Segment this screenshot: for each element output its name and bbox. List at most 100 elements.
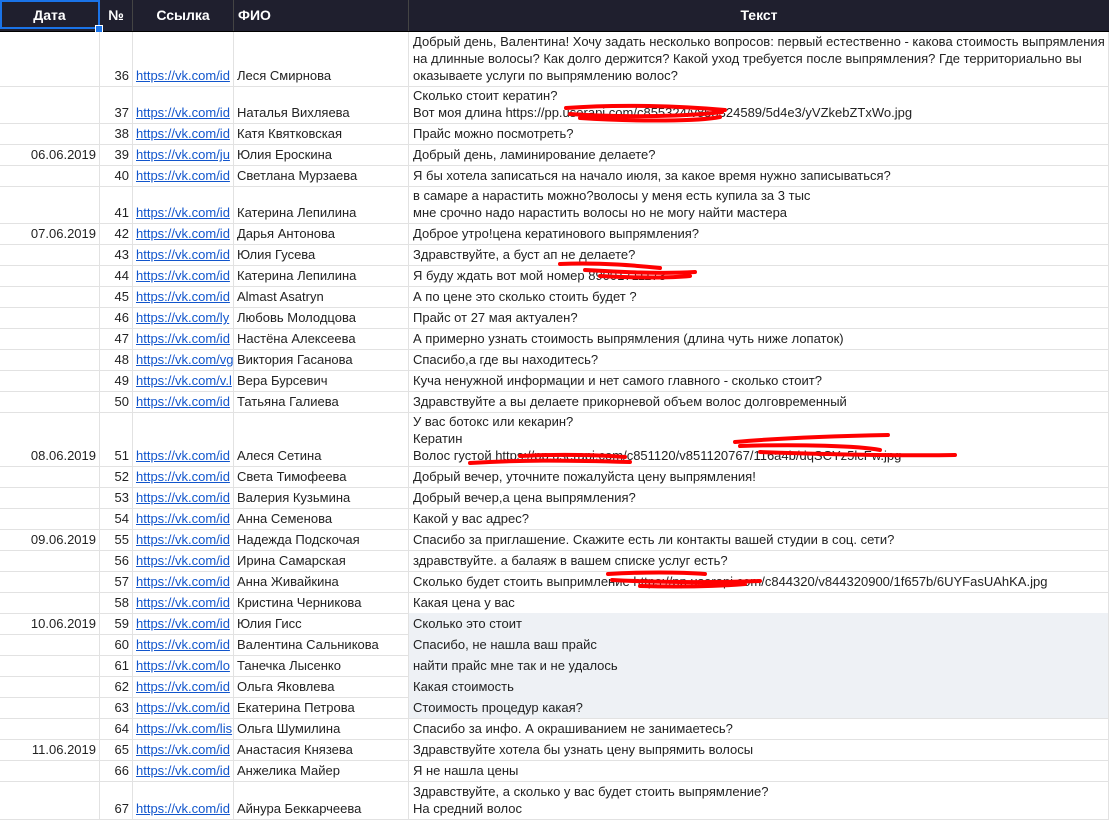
date-cell[interactable] <box>0 592 100 613</box>
date-cell[interactable] <box>0 186 100 223</box>
profile-link[interactable]: https://vk.com/vg <box>133 349 234 370</box>
date-cell[interactable] <box>0 550 100 571</box>
date-cell[interactable]: 07.06.2019 <box>0 223 100 244</box>
date-cell[interactable] <box>0 328 100 349</box>
profile-link-text[interactable]: https://vk.com/id <box>136 167 230 184</box>
name-cell[interactable]: Ольга Шумилина <box>234 718 409 739</box>
date-cell[interactable] <box>0 571 100 592</box>
date-cell[interactable]: 09.06.2019 <box>0 529 100 550</box>
name-cell[interactable]: Наталья Вихляева <box>234 86 409 123</box>
profile-link-text[interactable]: https://vk.com/id <box>136 552 230 569</box>
number-cell[interactable]: 57 <box>100 571 133 592</box>
number-cell[interactable]: 54 <box>100 508 133 529</box>
number-cell[interactable]: 46 <box>100 307 133 328</box>
name-cell[interactable]: Юлия Ероскина <box>234 144 409 165</box>
number-cell[interactable]: 47 <box>100 328 133 349</box>
number-cell[interactable]: 36 <box>100 32 133 86</box>
profile-link[interactable]: https://vk.com/id <box>133 328 234 349</box>
name-cell[interactable]: Анна Живайкина <box>234 571 409 592</box>
col-header-text[interactable]: Текст <box>409 0 1109 31</box>
number-cell[interactable]: 49 <box>100 370 133 391</box>
name-cell[interactable]: Настёна Алексеева <box>234 328 409 349</box>
date-cell[interactable] <box>0 244 100 265</box>
name-cell[interactable]: Катя Квятковская <box>234 123 409 144</box>
name-cell[interactable]: Виктория Гасанова <box>234 349 409 370</box>
number-cell[interactable]: 52 <box>100 466 133 487</box>
name-cell[interactable]: Валентина Сальникова <box>234 634 409 655</box>
profile-link-text[interactable]: https://vk.com/id <box>136 104 230 121</box>
number-cell[interactable]: 38 <box>100 123 133 144</box>
profile-link[interactable]: https://vk.com/id <box>133 123 234 144</box>
profile-link-text[interactable]: https://vk.com/id <box>136 531 230 548</box>
name-cell[interactable]: Леся Смирнова <box>234 32 409 86</box>
profile-link-text[interactable]: https://vk.com/ly <box>136 309 230 326</box>
profile-link[interactable]: https://vk.com/id <box>133 32 234 86</box>
profile-link[interactable]: https://vk.com/id <box>133 286 234 307</box>
date-cell[interactable]: 10.06.2019 <box>0 613 100 634</box>
number-cell[interactable]: 51 <box>100 412 133 466</box>
message-cell[interactable]: А примерно узнать стоимость выпрямления … <box>409 328 1109 349</box>
date-cell[interactable] <box>0 123 100 144</box>
number-cell[interactable]: 39 <box>100 144 133 165</box>
profile-link-text[interactable]: https://vk.com/id <box>136 762 230 779</box>
number-cell[interactable]: 50 <box>100 391 133 412</box>
name-cell[interactable]: Almast Asatryn <box>234 286 409 307</box>
name-cell[interactable]: Юлия Гисс <box>234 613 409 634</box>
message-cell[interactable]: здравствуйте. а балаяж в вашем списке ус… <box>409 550 1109 571</box>
profile-link[interactable]: https://vk.com/id <box>133 781 234 819</box>
number-cell[interactable]: 65 <box>100 739 133 760</box>
profile-link[interactable]: https://vk.com/id <box>133 86 234 123</box>
number-cell[interactable]: 61 <box>100 655 133 676</box>
name-cell[interactable]: Катерина Лепилина <box>234 186 409 223</box>
number-cell[interactable]: 37 <box>100 86 133 123</box>
message-cell[interactable]: Спасибо за приглашение. Скажите есть ли … <box>409 529 1109 550</box>
col-header-link[interactable]: Ссылка <box>133 0 234 31</box>
number-cell[interactable]: 53 <box>100 487 133 508</box>
profile-link[interactable]: https://vk.com/id <box>133 592 234 613</box>
profile-link[interactable]: https://vk.com/id <box>133 391 234 412</box>
message-cell[interactable]: Здравствуйте, а сколько у вас будет стои… <box>409 781 1109 819</box>
profile-link[interactable]: https://vk.com/v.l <box>133 370 234 391</box>
selected-cell[interactable] <box>0 0 100 29</box>
number-cell[interactable]: 55 <box>100 529 133 550</box>
name-cell[interactable]: Алеся Сетина <box>234 412 409 466</box>
profile-link[interactable]: https://vk.com/id <box>133 223 234 244</box>
message-cell[interactable]: Куча ненужной информации и нет самого гл… <box>409 370 1109 391</box>
profile-link[interactable]: https://vk.com/id <box>133 244 234 265</box>
date-cell[interactable] <box>0 286 100 307</box>
date-cell[interactable] <box>0 307 100 328</box>
profile-link[interactable]: https://vk.com/lis <box>133 718 234 739</box>
profile-link-text[interactable]: https://vk.com/id <box>136 288 230 305</box>
name-cell[interactable]: Анна Семенова <box>234 508 409 529</box>
profile-link[interactable]: https://vk.com/id <box>133 571 234 592</box>
profile-link[interactable]: https://vk.com/id <box>133 508 234 529</box>
profile-link-text[interactable]: https://vk.com/id <box>136 489 230 506</box>
name-cell[interactable]: Юлия Гусева <box>234 244 409 265</box>
name-cell[interactable]: Надежда Подскочая <box>234 529 409 550</box>
number-cell[interactable]: 63 <box>100 697 133 718</box>
number-cell[interactable]: 40 <box>100 165 133 186</box>
message-cell[interactable]: Сколько это стоит <box>409 613 1109 634</box>
message-cell[interactable]: Прайс можно посмотреть? <box>409 123 1109 144</box>
profile-link[interactable]: https://vk.com/id <box>133 613 234 634</box>
col-header-num[interactable]: № <box>100 0 133 31</box>
date-cell[interactable] <box>0 634 100 655</box>
name-cell[interactable]: Анастасия Князева <box>234 739 409 760</box>
col-header-name[interactable]: ФИО <box>234 0 409 31</box>
profile-link[interactable]: https://vk.com/id <box>133 186 234 223</box>
number-cell[interactable]: 56 <box>100 550 133 571</box>
message-cell[interactable]: Спасибо,а где вы находитесь? <box>409 349 1109 370</box>
date-cell[interactable] <box>0 655 100 676</box>
profile-link[interactable]: https://vk.com/id <box>133 529 234 550</box>
name-cell[interactable]: Светлана Мурзаева <box>234 165 409 186</box>
profile-link[interactable]: https://vk.com/ly <box>133 307 234 328</box>
message-cell[interactable]: Какой у вас адрес? <box>409 508 1109 529</box>
message-cell[interactable]: Стоимость процедур какая? <box>409 697 1109 718</box>
profile-link-text[interactable]: https://vk.com/id <box>136 699 230 716</box>
date-cell[interactable] <box>0 466 100 487</box>
date-cell[interactable] <box>0 760 100 781</box>
name-cell[interactable]: Дарья Антонова <box>234 223 409 244</box>
profile-link-text[interactable]: https://vk.com/id <box>136 246 230 263</box>
message-cell[interactable]: в самаре а нарастить можно?волосы у меня… <box>409 186 1109 223</box>
profile-link[interactable]: https://vk.com/ju <box>133 144 234 165</box>
